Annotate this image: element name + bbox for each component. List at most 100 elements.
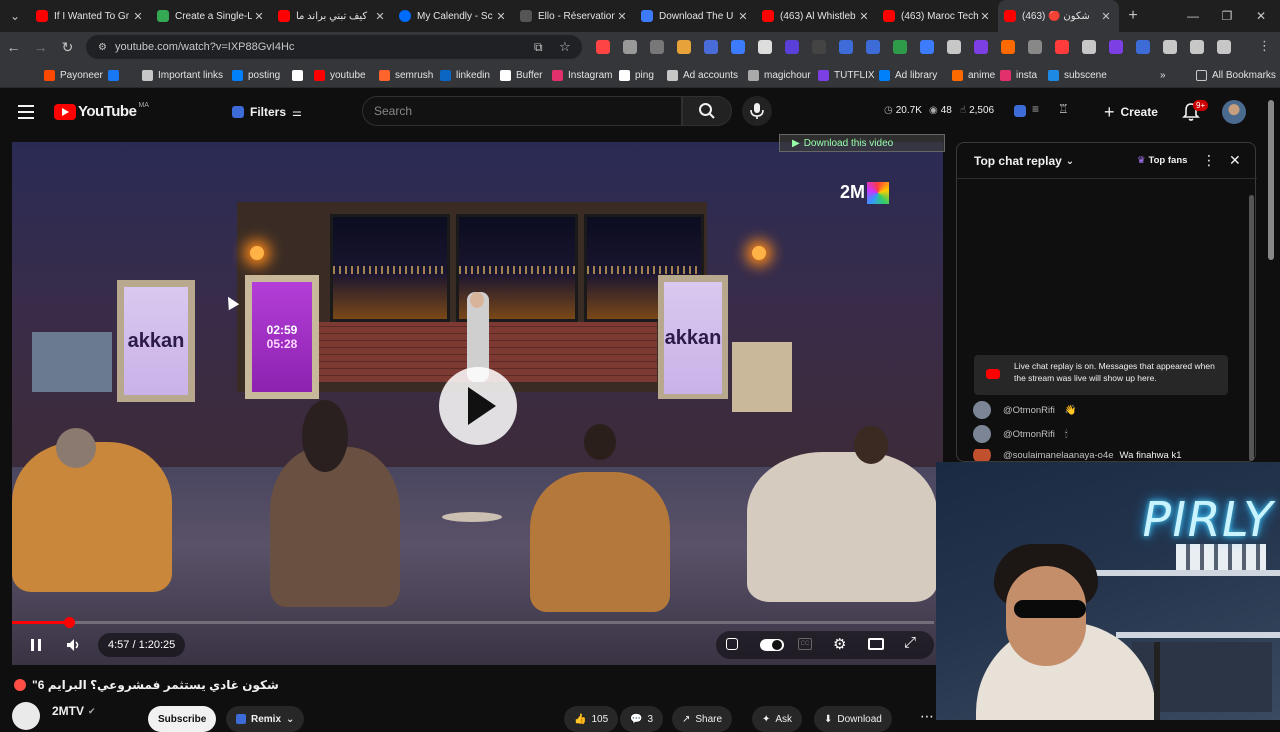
queue-icon[interactable]: ≡ — [1032, 102, 1039, 116]
bookmark-linkedin[interactable]: linkedin — [440, 68, 490, 82]
all-bookmarks[interactable]: All Bookmarks — [1196, 68, 1276, 82]
close-icon[interactable]: ✕ — [857, 10, 871, 23]
chat-close-icon[interactable]: ✕ — [1229, 152, 1241, 169]
chat-author[interactable]: @OtmonRifi — [1003, 429, 1055, 440]
settings-gear-icon[interactable]: ⚙ — [833, 635, 846, 653]
video-player[interactable]: akkan 02:59 05:28 akkan 2M — [12, 142, 943, 665]
back-arrow-icon[interactable]: ← — [0, 32, 27, 62]
close-icon[interactable]: ✕ — [373, 10, 387, 23]
close-icon[interactable]: ✕ — [978, 10, 992, 23]
page-scrollbar[interactable] — [1268, 100, 1274, 260]
browser-tab-active[interactable]: (463) 🔴 شكون ✕ — [998, 0, 1119, 32]
channel-avatar[interactable] — [12, 702, 40, 730]
channel-name[interactable]: 2MTV ✔ — [52, 704, 96, 718]
forward-arrow-icon[interactable]: → — [27, 32, 54, 62]
search-input[interactable] — [374, 104, 654, 118]
download-overlay[interactable]: ▶ Download this video — [779, 134, 945, 152]
browser-tab[interactable]: (463) Maroc Tech ✕ — [877, 0, 998, 32]
remix-button[interactable]: Remix ⌄ — [226, 706, 305, 732]
link-icon[interactable] — [1109, 40, 1123, 54]
bookmark-ping[interactable]: ping — [619, 68, 654, 82]
camera-icon[interactable] — [650, 40, 664, 54]
browser-menu-icon[interactable]: ⋮ — [1258, 38, 1271, 54]
ext-icon[interactable] — [731, 40, 745, 54]
avatar[interactable] — [1222, 100, 1246, 124]
ext-icon[interactable] — [1136, 40, 1150, 54]
close-icon[interactable]: ✕ — [252, 10, 266, 23]
bookmark-anime[interactable]: anime — [952, 68, 995, 82]
ask-button[interactable]: ✦ Ask — [752, 706, 803, 732]
pause-button[interactable] — [26, 634, 46, 656]
ext-icon[interactable] — [1001, 40, 1015, 54]
extension-icon[interactable] — [1014, 105, 1026, 117]
pen-icon[interactable] — [1082, 40, 1096, 54]
big-play-button[interactable] — [439, 367, 517, 445]
ext-icon[interactable] — [920, 40, 934, 54]
chat-author[interactable]: @soulaimanelaanaya-o4e — [1003, 450, 1114, 461]
ext-icon[interactable] — [704, 40, 718, 54]
chat-author[interactable]: @OtmonRifi — [1003, 405, 1055, 416]
bookmark-instagram[interactable]: Instagram — [552, 68, 612, 82]
search-button[interactable] — [682, 96, 732, 126]
ext-icon[interactable] — [596, 40, 610, 54]
tab-search-icon[interactable]: ⌄ — [0, 0, 30, 32]
bookmark-semrush[interactable]: semrush — [379, 68, 433, 82]
chat-scrollbar[interactable] — [1249, 195, 1254, 461]
media-icon[interactable] — [1190, 40, 1204, 54]
browser-tab[interactable]: (463) Al Whistleb ✕ — [756, 0, 877, 32]
ext-icon[interactable] — [974, 40, 988, 54]
bookmark-posting[interactable]: posting — [232, 68, 280, 82]
bookmark-magichour[interactable]: magichour — [748, 68, 811, 82]
more-actions-icon[interactable]: ⋯ — [920, 708, 934, 725]
profile-icon[interactable] — [1217, 40, 1231, 54]
shield-icon[interactable] — [1028, 40, 1042, 54]
bookmark-tutflix[interactable]: TUTFLIX — [818, 68, 875, 82]
fullscreen-icon[interactable]: ⤢ — [904, 634, 916, 651]
ext-icon[interactable] — [758, 40, 772, 54]
minimize-icon[interactable]: — — [1176, 0, 1210, 32]
search-box[interactable] — [362, 96, 682, 126]
bookmark-buffer[interactable]: Buffer — [500, 68, 543, 82]
filters-button[interactable]: Filters ⚌ — [232, 100, 302, 124]
bookmark-subscene[interactable]: subscene — [1048, 68, 1107, 82]
volume-button[interactable] — [64, 634, 84, 656]
browser-tab[interactable]: My Calendly - Sc ✕ — [393, 0, 514, 32]
ext-icon[interactable] — [866, 40, 880, 54]
close-icon[interactable]: ✕ — [131, 10, 145, 23]
chat-menu-icon[interactable]: ⋮ — [1202, 152, 1216, 169]
browser-tab[interactable]: Ello - Réservation ✕ — [514, 0, 635, 32]
browser-tab[interactable]: كيف تبني براند ما ✕ — [272, 0, 393, 32]
reload-icon[interactable]: ↻ — [54, 32, 81, 62]
youtube-logo[interactable]: YouTube MA — [54, 102, 149, 120]
close-icon[interactable]: ✕ — [615, 10, 629, 23]
bookmark-youtube[interactable]: youtube — [314, 68, 366, 82]
download-button[interactable]: ⬇ Download — [814, 706, 892, 732]
ext-icon[interactable] — [1055, 40, 1069, 54]
browser-tab[interactable]: Create a Single-L ✕ — [151, 0, 272, 32]
bookmark-ad-library[interactable]: Ad library — [879, 68, 937, 82]
bookmark-facebook[interactable] — [108, 68, 124, 82]
share-button[interactable]: ↗ Share — [672, 706, 733, 732]
snapshot-ext-icon[interactable] — [726, 638, 738, 650]
top-fans-button[interactable]: ♛ Top fans — [1137, 155, 1187, 166]
voice-search-button[interactable] — [742, 96, 772, 126]
address-bar[interactable]: ⚙ youtube.com/watch?v=IXP88GvI4Hc — [86, 35, 582, 59]
browser-tab[interactable]: Download The U ✕ — [635, 0, 756, 32]
ext-icon[interactable] — [812, 40, 826, 54]
comments-button[interactable]: 💬 3 — [620, 706, 664, 732]
bookmark-payoneer[interactable]: Payoneer — [44, 68, 103, 82]
window-close-icon[interactable]: ✕ — [1244, 0, 1278, 32]
site-info-icon[interactable]: ⚙ — [98, 42, 107, 53]
progress-bar[interactable] — [12, 617, 934, 628]
new-tab-button[interactable]: + — [1119, 7, 1147, 25]
ext-icon[interactable] — [893, 40, 907, 54]
ext-icon[interactable] — [785, 40, 799, 54]
bookmark-star-icon[interactable]: ☆ — [559, 39, 571, 55]
bookmark-ad-accounts[interactable]: Ad accounts — [667, 68, 738, 82]
install-app-icon[interactable]: ⧉ — [534, 40, 543, 55]
bookmarks-overflow-icon[interactable]: » — [1160, 68, 1166, 82]
subscribe-button[interactable]: Subscribe — [148, 706, 217, 732]
font-icon[interactable] — [623, 40, 637, 54]
puzzle-icon[interactable] — [1163, 40, 1177, 54]
close-icon[interactable]: ✕ — [1099, 10, 1113, 23]
